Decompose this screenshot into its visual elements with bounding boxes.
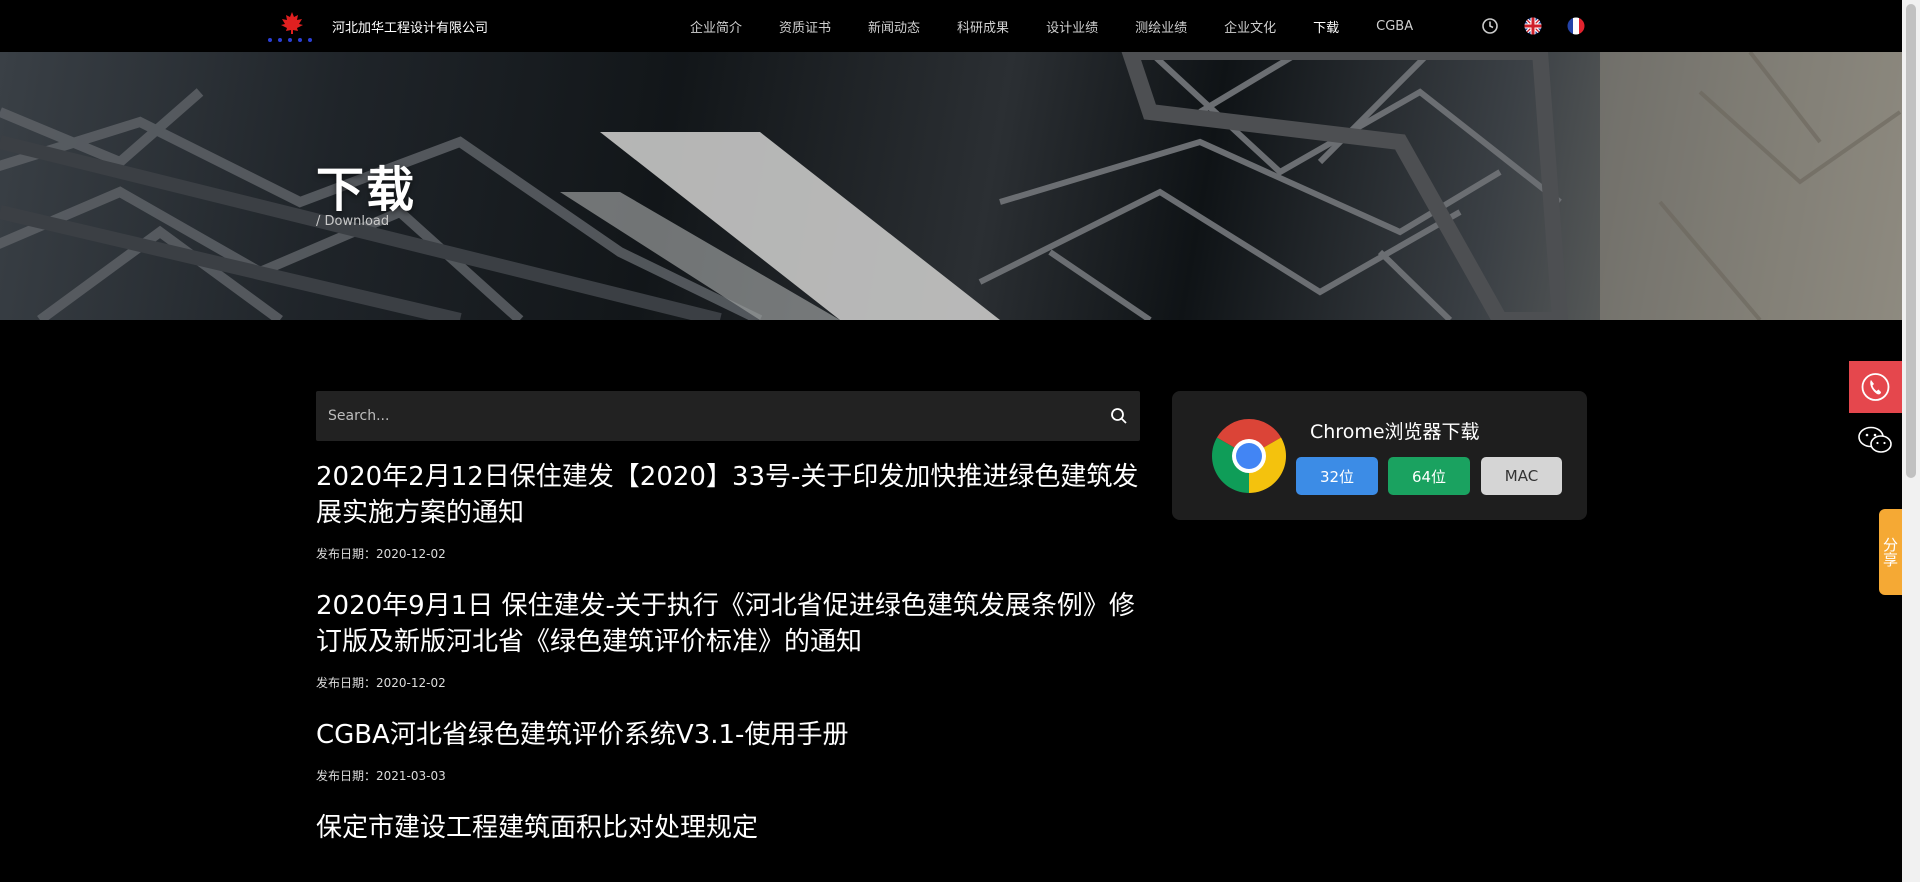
page-subtitle: / Download [316, 214, 390, 229]
article-date: 发布日期：2021-03-03 [316, 769, 446, 783]
nav-item-news[interactable]: 新闻动态 [868, 17, 920, 36]
article-title-link[interactable]: 保定市建设工程建筑面积比对处理规定 [316, 810, 1140, 846]
download-32bit-button[interactable]: 32位 [1296, 457, 1378, 495]
article-title-link[interactable]: 2020年2月12日保住建发【2020】33号-关于印发加快推进绿色建筑发展实施… [316, 459, 1140, 531]
main-nav: 企业简介 资质证书 新闻动态 科研成果 设计业绩 测绘业绩 企业文化 下载 CG… [690, 0, 1450, 52]
download-64bit-button[interactable]: 64位 [1388, 457, 1470, 495]
phone-button[interactable] [1849, 361, 1902, 413]
nav-item-design-projects[interactable]: 设计业绩 [1046, 17, 1098, 36]
article-date: 发布日期：2020-12-02 [316, 547, 446, 561]
download-mac-button[interactable]: MAC [1481, 457, 1562, 495]
page-title: 下载 [316, 162, 417, 218]
article-title-link[interactable]: CGBA河北省绿色建筑评价系统V3.1-使用手册 [316, 717, 1140, 753]
search-bar [316, 391, 1140, 441]
scrollbar-thumb[interactable] [1906, 4, 1916, 478]
search-input[interactable] [316, 391, 1076, 441]
download-list: 2020年2月12日保住建发【2020】33号-关于印发加快推进绿色建筑发展实施… [316, 459, 1140, 872]
nav-item-research[interactable]: 科研成果 [957, 17, 1009, 36]
nav-item-culture[interactable]: 企业文化 [1224, 17, 1276, 36]
article-title-link[interactable]: 2020年9月1日 保住建发-关于执行《河北省促进绿色建筑发展条例》修订版及新版… [316, 588, 1140, 660]
nav-item-certificates[interactable]: 资质证书 [779, 17, 831, 36]
chrome-logo-icon [1212, 419, 1286, 493]
page-banner: 下载 / Download [0, 52, 1902, 320]
wechat-button[interactable] [1855, 423, 1895, 457]
share-button[interactable]: 分享 [1879, 509, 1902, 595]
france-flag-icon[interactable] [1567, 17, 1585, 35]
company-logo[interactable] [264, 10, 320, 44]
banner-image [0, 52, 1902, 320]
list-item: 2020年9月1日 保住建发-关于执行《河北省促进绿色建筑发展条例》修订版及新版… [316, 588, 1140, 691]
clock-icon[interactable] [1481, 17, 1499, 35]
site-header: 河北加华工程设计有限公司 企业简介 资质证书 新闻动态 科研成果 设计业绩 测绘… [0, 0, 1902, 52]
article-date: 发布日期：2020-12-02 [316, 676, 446, 690]
chrome-download-title: Chrome浏览器下载 [1310, 421, 1480, 443]
list-item: 2020年2月12日保住建发【2020】33号-关于印发加快推进绿色建筑发展实施… [316, 459, 1140, 562]
chrome-download-card: Chrome浏览器下载 32位 64位 MAC [1172, 391, 1587, 520]
uk-flag-icon[interactable] [1524, 17, 1542, 35]
company-name[interactable]: 河北加华工程设计有限公司 [332, 17, 488, 36]
wechat-icon [1858, 426, 1892, 453]
nav-item-download[interactable]: 下载 [1313, 17, 1339, 36]
search-icon[interactable] [1110, 407, 1128, 425]
scrollbar[interactable] [1902, 0, 1920, 882]
nav-item-survey-projects[interactable]: 测绘业绩 [1135, 17, 1187, 36]
list-item: CGBA河北省绿色建筑评价系统V3.1-使用手册 发布日期：2021-03-03 [316, 717, 1140, 784]
phone-icon [1861, 373, 1890, 401]
nav-item-company-intro[interactable]: 企业简介 [690, 17, 742, 36]
nav-item-cgba[interactable]: CGBA [1376, 19, 1413, 34]
list-item: 保定市建设工程建筑面积比对处理规定 [316, 810, 1140, 846]
